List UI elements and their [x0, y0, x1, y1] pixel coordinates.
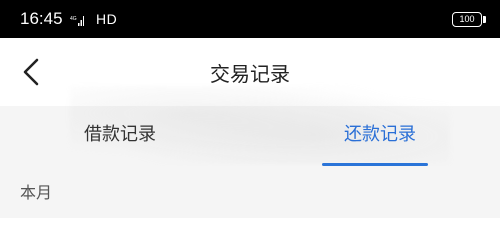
tab-borrow-records[interactable]: 借款记录 [40, 106, 200, 166]
status-bar: 16:45 4G HD 100 [0, 0, 500, 38]
section-label: 本月 [20, 183, 53, 202]
battery-tip [483, 16, 486, 23]
signal-icon: 4G [70, 16, 84, 26]
status-time: 16:45 [20, 9, 63, 28]
section-header [0, 166, 500, 218]
battery-icon: 100 [452, 12, 482, 27]
battery-level: 100 [459, 14, 475, 24]
tab-repay-records[interactable]: 还款记录 [300, 106, 460, 166]
signal-badge: 4G [70, 16, 77, 22]
page-title: 交易记录 [210, 62, 290, 86]
list-area [0, 218, 500, 250]
network-type: HD [96, 11, 118, 27]
